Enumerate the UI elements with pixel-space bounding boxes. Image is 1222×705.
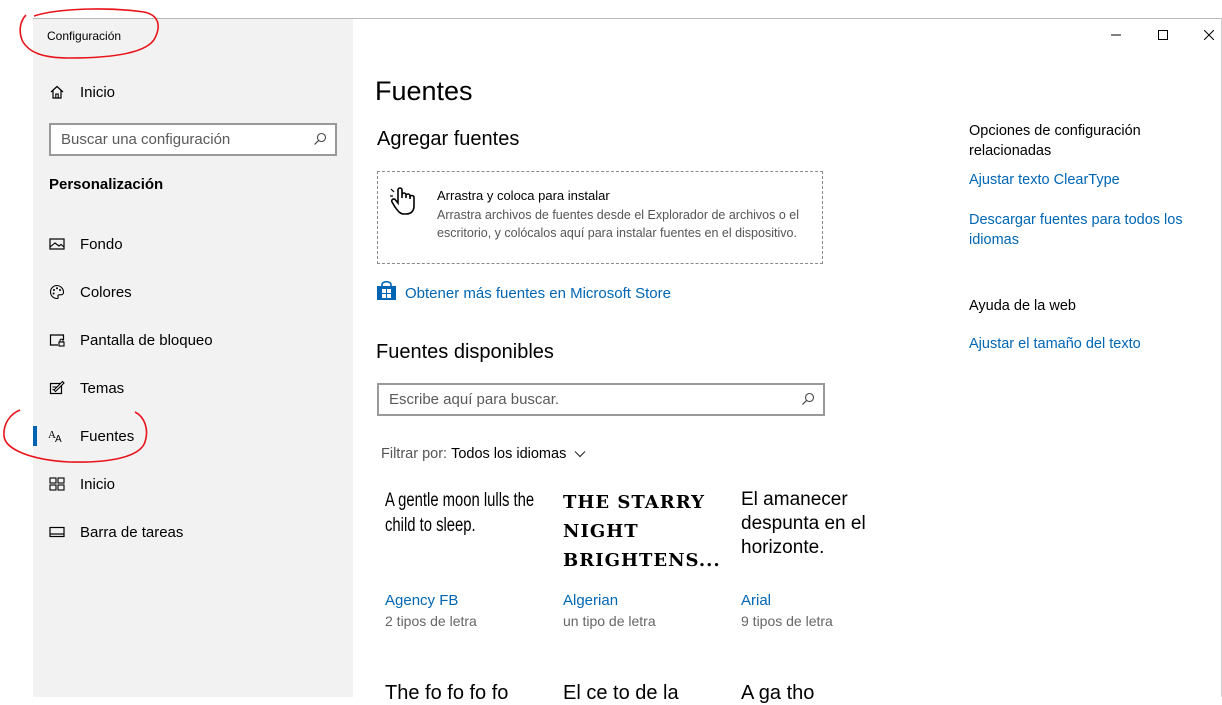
app-title: Configuración bbox=[47, 29, 122, 43]
minimize-icon bbox=[1111, 27, 1121, 45]
chevron-down-icon bbox=[574, 446, 586, 462]
font-sample: A gentle moon lulls the child to sleep. bbox=[385, 490, 535, 536]
search-icon[interactable] bbox=[313, 132, 327, 146]
available-fonts-heading: Fuentes disponibles bbox=[376, 341, 554, 363]
sidebar-item-label: Fuentes bbox=[80, 427, 135, 445]
filter-value: Todos los idiomas bbox=[451, 446, 567, 462]
sidebar-item-label: Pantalla de bloqueo bbox=[80, 331, 213, 349]
drop-zone-title: Arrastra y coloca para instalar bbox=[437, 188, 610, 203]
font-style-count: 9 tipos de letra bbox=[741, 613, 833, 629]
themes-icon bbox=[48, 379, 66, 397]
settings-search-box[interactable] bbox=[49, 123, 337, 156]
sidebar-item-home[interactable]: Inicio bbox=[33, 72, 353, 112]
web-help-heading: Ayuda de la web bbox=[969, 298, 1076, 314]
minimize-button[interactable] bbox=[1106, 26, 1126, 46]
font-card-arial[interactable]: El amanecer despunta en el horizonte. Ar… bbox=[741, 488, 909, 629]
filter-label: Filtrar por: bbox=[381, 446, 448, 462]
sidebar-item-taskbar[interactable]: Barra de tareas bbox=[33, 512, 353, 552]
font-card-partial[interactable]: The fo fo fo fo bbox=[385, 682, 508, 705]
settings-search-input[interactable] bbox=[61, 125, 301, 154]
lock-screen-icon bbox=[48, 331, 66, 349]
font-search-input[interactable] bbox=[389, 385, 629, 414]
image-icon bbox=[48, 235, 66, 253]
add-fonts-heading: Agregar fuentes bbox=[377, 128, 520, 150]
sidebar-item-fonts[interactable]: AA Fuentes bbox=[33, 416, 353, 456]
sidebar-item-background[interactable]: Fondo bbox=[33, 224, 353, 264]
sidebar-item-label: Barra de tareas bbox=[80, 523, 184, 541]
sidebar-item-label: Colores bbox=[80, 283, 132, 301]
drop-zone-description: Arrastra archivos de fuentes desde el Ex… bbox=[437, 208, 799, 240]
section-title: Personalización bbox=[49, 176, 164, 193]
download-fonts-link[interactable]: Descargar fuentes para todos los idiomas bbox=[969, 210, 1209, 250]
font-drop-zone[interactable]: Arrastra y coloca para instalar Arrastra… bbox=[377, 171, 823, 264]
hand-pointer-icon bbox=[390, 186, 424, 221]
sidebar-item-themes[interactable]: Temas bbox=[33, 368, 353, 408]
sidebar-item-label: Fondo bbox=[80, 235, 123, 253]
font-sample: The starry night brightens... bbox=[563, 492, 721, 571]
sidebar-item-colors[interactable]: Colores bbox=[33, 272, 353, 312]
font-card-algerian[interactable]: The starry night brightens... Algerian u… bbox=[563, 488, 731, 629]
font-card-partial[interactable]: A ga tho bbox=[741, 682, 814, 705]
font-search-box[interactable] bbox=[377, 383, 825, 416]
font-name: Algerian bbox=[563, 592, 619, 609]
maximize-icon bbox=[1158, 27, 1168, 45]
font-style-count: 2 tipos de letra bbox=[385, 613, 477, 629]
sidebar-item-label: Inicio bbox=[80, 83, 116, 101]
page-title: Fuentes bbox=[375, 76, 473, 106]
sidebar-item-start[interactable]: Inicio bbox=[33, 464, 353, 504]
font-sample: El amanecer despunta en el horizonte. bbox=[741, 489, 866, 558]
taskbar-icon bbox=[48, 523, 66, 541]
microsoft-store-link[interactable]: Obtener más fuentes en Microsoft Store bbox=[376, 280, 671, 306]
maximize-button[interactable] bbox=[1153, 26, 1173, 46]
font-name: Arial bbox=[741, 592, 772, 609]
sidebar-item-lock-screen[interactable]: Pantalla de bloqueo bbox=[33, 320, 353, 360]
store-icon bbox=[376, 280, 397, 306]
cleartype-link[interactable]: Ajustar texto ClearType bbox=[969, 170, 1209, 190]
text-size-link[interactable]: Ajustar el tamaño del texto bbox=[969, 334, 1209, 354]
font-card-partial[interactable]: El ce to de la bbox=[563, 682, 679, 705]
home-icon bbox=[48, 83, 66, 101]
related-settings-heading: Opciones de configuración relacionadas bbox=[969, 123, 1141, 159]
font-name: Agency FB bbox=[385, 592, 459, 609]
svg-text:A: A bbox=[55, 434, 62, 444]
search-icon[interactable] bbox=[801, 392, 815, 406]
close-button[interactable] bbox=[1199, 26, 1219, 46]
font-style-count: un tipo de letra bbox=[563, 613, 656, 629]
store-link-label: Obtener más fuentes en Microsoft Store bbox=[405, 285, 671, 302]
sidebar-item-label: Inicio bbox=[80, 475, 116, 493]
sidebar-item-label: Temas bbox=[80, 379, 125, 397]
palette-icon bbox=[48, 283, 66, 301]
language-filter[interactable]: Filtrar por: Todos los idiomas bbox=[381, 446, 586, 462]
close-icon bbox=[1203, 27, 1215, 45]
start-icon bbox=[48, 475, 66, 493]
fonts-icon: AA bbox=[48, 427, 66, 445]
font-card-agency-fb[interactable]: A gentle moon lulls the child to sleep. … bbox=[385, 488, 553, 629]
